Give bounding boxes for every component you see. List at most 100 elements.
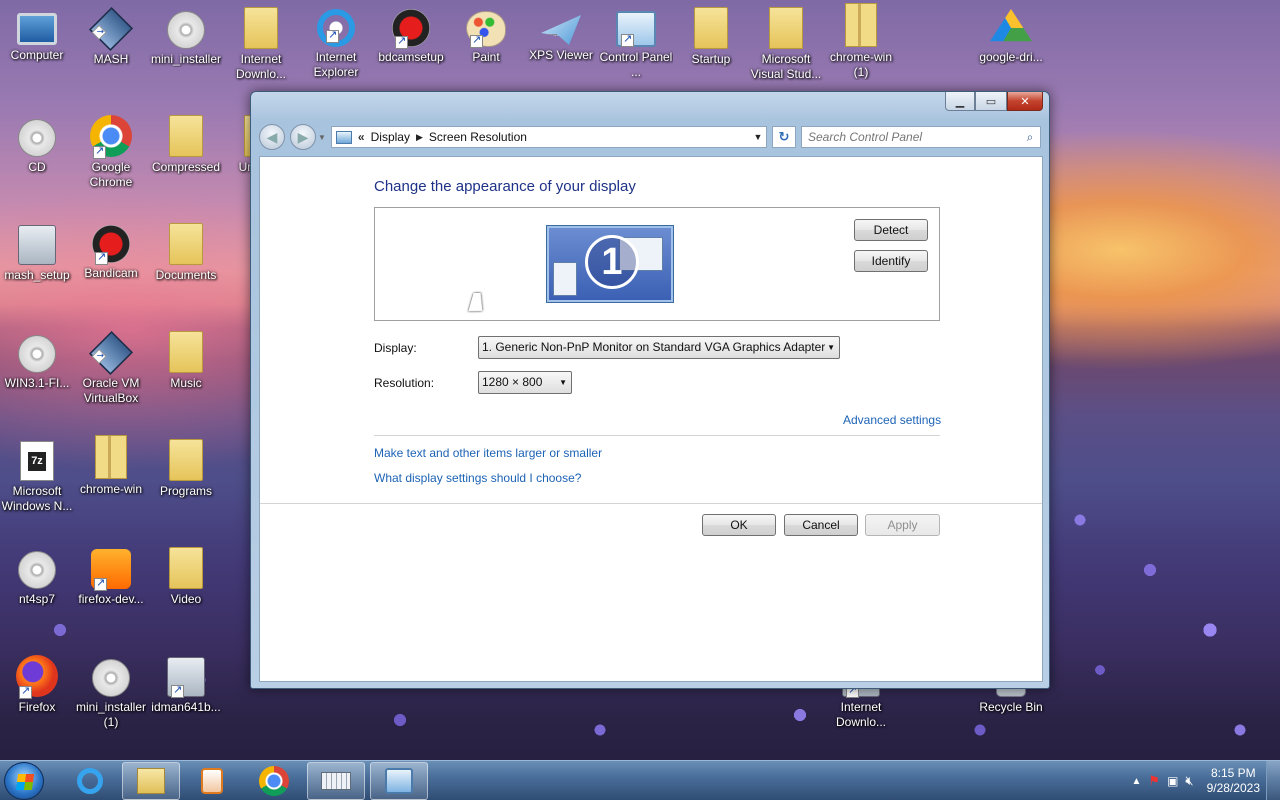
desktop-icon-win3-1-fi[interactable]: WIN3.1-FI... xyxy=(0,327,74,391)
desktop-icon-microsoft-visual-stud[interactable]: Microsoft Visual Stud... xyxy=(749,3,823,82)
desktop-icon-label: google-dri... xyxy=(979,50,1043,64)
shortcut-arrow-icon xyxy=(544,32,557,45)
back-arrow-icon: ◀ xyxy=(266,128,278,145)
address-overflow-chevron[interactable]: « xyxy=(358,130,365,144)
desktop-icon-bandicam[interactable]: Bandicam xyxy=(74,219,148,281)
desktop-icon-paint[interactable]: Paint xyxy=(449,3,523,65)
breadcrumb-separator-icon[interactable]: ▶ xyxy=(416,132,423,143)
desktop-icon-xps-viewer[interactable]: XPS Viewer xyxy=(524,3,598,63)
search-input[interactable] xyxy=(808,130,1020,144)
desktop-icon-compressed[interactable]: Compressed xyxy=(149,111,223,175)
minimize-button[interactable]: ▁ xyxy=(945,92,975,111)
forward-button[interactable]: ▶ xyxy=(290,124,316,150)
taskbar-keyboard-app[interactable] xyxy=(307,762,365,800)
display-select-value: 1. Generic Non-PnP Monitor on Standard V… xyxy=(482,340,826,354)
ok-button[interactable]: OK xyxy=(702,514,776,536)
desktop-icon-cd[interactable]: CD xyxy=(0,111,74,175)
identify-button[interactable]: Identify xyxy=(854,250,928,272)
desktop-icon-label: Video xyxy=(170,592,202,606)
monitor-1-preview[interactable]: 1 xyxy=(546,225,674,303)
address-dropdown-icon[interactable]: ▼ xyxy=(750,132,766,142)
desktop-icon-computer[interactable]: Computer xyxy=(0,3,74,63)
footer-divider xyxy=(260,503,1042,504)
desktop-icon-label: mini_installer xyxy=(150,52,222,66)
breadcrumb-screen-resolution[interactable]: Screen Resolution xyxy=(429,130,527,144)
address-bar[interactable]: « Display ▶ Screen Resolution ▼ xyxy=(330,126,767,148)
cancel-button[interactable]: Cancel xyxy=(784,514,858,536)
text-size-link[interactable]: Make text and other items larger or smal… xyxy=(374,446,602,460)
chevron-down-icon: ▼ xyxy=(559,378,567,387)
taskbar-windows-explorer[interactable] xyxy=(122,762,180,800)
refresh-button[interactable]: ↻ xyxy=(772,126,796,148)
resolution-select[interactable]: 1280 × 800 ▼ xyxy=(478,371,572,394)
desktop-icon-programs[interactable]: Programs xyxy=(149,435,223,499)
desktop-icon-mini-installer[interactable]: mini_installer xyxy=(149,3,223,67)
desktop-icon-idman641b[interactable]: idman641b... xyxy=(149,651,223,715)
content-area: Change the appearance of your display 1 … xyxy=(259,156,1043,682)
apply-button[interactable]: Apply xyxy=(865,514,940,536)
desktop-icon-firefox-dev[interactable]: firefox-dev... xyxy=(74,543,148,607)
show-desktop-button[interactable] xyxy=(1266,761,1280,800)
firefox-icon xyxy=(16,655,58,699)
desktop-icon-internet-downlo[interactable]: Internet Downlo... xyxy=(224,3,298,82)
taskbar-media-player[interactable] xyxy=(183,762,241,800)
clock[interactable]: 8:15 PM 9/28/2023 xyxy=(1207,766,1260,796)
folder-icon xyxy=(244,7,278,49)
taskbar-control-panel[interactable] xyxy=(370,762,428,800)
breadcrumb-display[interactable]: Display xyxy=(371,130,410,144)
google-drive-icon xyxy=(990,9,1032,42)
shortcut-arrow-icon xyxy=(91,349,107,364)
system-tray: ▲ ⚑ ▣ 🔇︎ 8:15 PM 9/28/2023 xyxy=(1132,761,1261,800)
keyboard-icon xyxy=(321,772,351,790)
desktop-icon-microsoft-windows-n[interactable]: 7z Microsoft Windows N... xyxy=(0,435,74,514)
desktop-icon-video[interactable]: Video xyxy=(149,543,223,607)
taskbar-google-chrome[interactable] xyxy=(245,762,303,800)
desktop-icon-google-dri[interactable]: google-dri... xyxy=(974,3,1048,65)
action-center-icon[interactable]: ⚑ xyxy=(1148,773,1160,789)
display-select[interactable]: 1. Generic Non-PnP Monitor on Standard V… xyxy=(478,336,840,359)
desktop-icon-label: Microsoft Windows N... xyxy=(1,484,73,513)
desktop-icon-mash-setup[interactable]: mash_setup xyxy=(0,219,74,283)
desktop-icon-oracle-vm-virtualbox[interactable]: Oracle VM VirtualBox xyxy=(74,327,148,406)
desktop-icon-music[interactable]: Music xyxy=(149,327,223,391)
desktop-icon-control-panel[interactable]: Control Panel ... xyxy=(599,3,673,80)
show-hidden-icons-icon[interactable]: ▲ xyxy=(1132,776,1142,787)
maximize-button[interactable]: ▭ xyxy=(975,92,1007,111)
desktop-icon-bdcamsetup[interactable]: bdcamsetup xyxy=(374,3,448,65)
shortcut-arrow-icon xyxy=(94,576,107,591)
search-box[interactable]: ⌕ xyxy=(801,126,1041,148)
recent-pages-dropdown[interactable]: ▼ xyxy=(318,133,326,142)
desktop-icon-internet-explorer[interactable]: Internet Explorer xyxy=(299,3,373,80)
advanced-settings-link[interactable]: Advanced settings xyxy=(843,413,941,427)
desktop-icon-label: Internet Downlo... xyxy=(835,700,887,729)
desktop-icon-label: Documents xyxy=(155,268,217,282)
desktop-icon-label: Microsoft Visual Stud... xyxy=(750,52,822,81)
desktop-icon-label: Oracle VM VirtualBox xyxy=(82,376,140,405)
desktop-icon-label: Firefox xyxy=(18,700,56,714)
network-icon[interactable]: ▣ xyxy=(1167,774,1178,788)
divider xyxy=(374,435,940,436)
start-button[interactable] xyxy=(4,762,44,800)
volume-muted-icon[interactable]: 🔇︎ xyxy=(1185,773,1193,789)
desktop-icon-chrome-win-1[interactable]: chrome-win (1) xyxy=(824,3,898,80)
cd-icon xyxy=(18,551,56,589)
desktop-icon-label: bdcamsetup xyxy=(378,50,444,64)
desktop-icon-firefox[interactable]: Firefox xyxy=(0,651,74,715)
paint-icon xyxy=(466,11,506,48)
detect-button[interactable]: Detect xyxy=(854,219,928,241)
refresh-icon: ↻ xyxy=(778,129,790,144)
desktop-icon-google-chrome[interactable]: Google Chrome xyxy=(74,111,148,190)
desktop-icon-label: mini_installer (1) xyxy=(75,700,147,729)
display-help-link[interactable]: What display settings should I choose? xyxy=(374,471,581,485)
desktop-icon-startup[interactable]: Startup xyxy=(674,3,748,67)
desktop-icon-chrome-win[interactable]: chrome-win xyxy=(74,435,148,497)
desktop-icon-documents[interactable]: Documents xyxy=(149,219,223,283)
search-icon[interactable]: ⌕ xyxy=(1020,130,1040,145)
back-button[interactable]: ◀ xyxy=(259,124,285,150)
close-button[interactable]: ✕ xyxy=(1007,92,1043,111)
desktop-icon-mash[interactable]: MASH xyxy=(74,3,148,67)
desktop-icon-mini-installer-1[interactable]: mini_installer (1) xyxy=(74,651,148,730)
desktop-icon-label: mash_setup xyxy=(4,268,70,282)
taskbar-internet-explorer[interactable] xyxy=(61,762,119,800)
desktop-icon-nt4sp7[interactable]: nt4sp7 xyxy=(0,543,74,607)
